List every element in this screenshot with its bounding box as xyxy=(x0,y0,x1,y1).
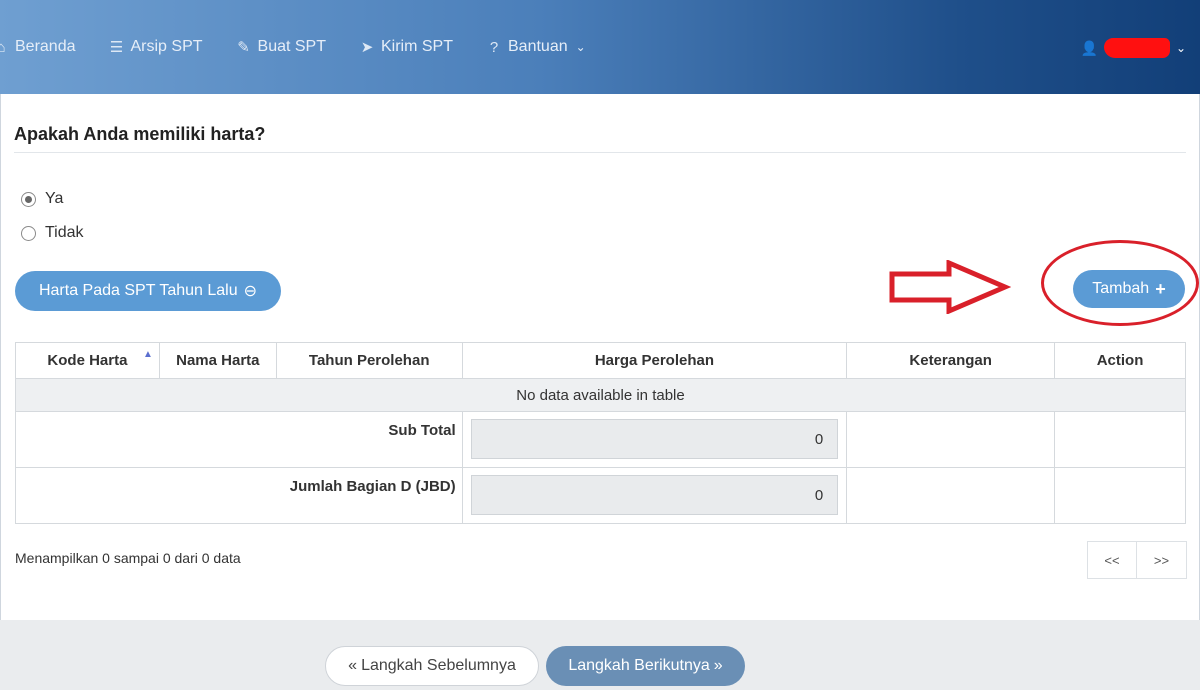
nav-item-label: Beranda xyxy=(15,38,76,55)
button-label: Langkah Berikutnya xyxy=(568,657,710,674)
column-header-kode-harta[interactable]: Kode Harta ▲ xyxy=(15,342,160,379)
empty-row: No data available in table xyxy=(15,378,1186,412)
jumlah-row: Jumlah Bagian D (JBD) 0 xyxy=(15,467,1186,524)
nav-item-kirim-spt[interactable]: ➤ Kirim SPT xyxy=(360,38,453,56)
chevron-down-icon: ⌄ xyxy=(575,40,586,54)
nav-item-label: Buat SPT xyxy=(257,38,326,55)
button-label: Tambah xyxy=(1092,280,1150,297)
nav-item-label: Arsip SPT xyxy=(130,38,203,55)
nav-item-label: Bantuan xyxy=(508,38,568,55)
top-navbar: ⌂ Beranda ☰ Arsip SPT ✎ Buat SPT ➤ Kirim… xyxy=(0,0,1200,94)
nav-menu: ⌂ Beranda ☰ Arsip SPT ✎ Buat SPT ➤ Kirim… xyxy=(0,0,620,94)
wizard-footer: « Langkah Sebelumnya Langkah Berikutnya … xyxy=(0,620,1200,690)
circle-arrow-icon: ⊖ xyxy=(243,283,258,300)
radio-label-tidak: Tidak xyxy=(45,224,84,241)
jumlah-cell: 0 xyxy=(461,467,848,524)
plus-icon: + xyxy=(1155,278,1166,299)
radio-button-tidak[interactable] xyxy=(21,225,36,241)
column-header-action[interactable]: Action xyxy=(1054,342,1186,379)
nav-item-beranda[interactable]: ⌂ Beranda xyxy=(0,38,76,56)
previous-step-button[interactable]: « Langkah Sebelumnya xyxy=(325,646,539,686)
red-arrow-annotation xyxy=(889,260,1011,314)
subtotal-row: Sub Total 0 xyxy=(15,411,1186,468)
edit-icon: ✎ xyxy=(237,39,250,56)
column-header-tahun-perolehan[interactable]: Tahun Perolehan xyxy=(275,342,463,379)
sort-asc-icon: ▲ xyxy=(142,349,153,360)
chevron-down-icon: ⌄ xyxy=(1175,41,1186,55)
divider xyxy=(14,152,1186,153)
harta-panel: Apakah Anda memiliki harta? Ya Tidak Har… xyxy=(0,94,1200,620)
radio-button-ya[interactable] xyxy=(21,191,36,207)
nav-item-arsip-spt[interactable]: ☰ Arsip SPT xyxy=(110,38,203,56)
user-menu[interactable]: 👤 ⌄ xyxy=(1080,38,1186,58)
harta-table: Kode Harta ▲ Nama Harta Tahun Perolehan … xyxy=(15,342,1186,524)
prev-page-button[interactable]: << xyxy=(1087,541,1137,579)
subtotal-label: Sub Total xyxy=(15,411,463,468)
jumlah-field: 0 xyxy=(470,475,839,515)
subtotal-cell: 0 xyxy=(461,411,848,468)
tambah-button[interactable]: Tambah + xyxy=(1073,270,1185,308)
button-label: Harta Pada SPT Tahun Lalu xyxy=(38,282,238,299)
nav-item-buat-spt[interactable]: ✎ Buat SPT xyxy=(237,38,326,56)
nav-item-label: Kirim SPT xyxy=(381,38,453,55)
empty-cell xyxy=(1054,411,1186,468)
next-step-button[interactable]: Langkah Berikutnya » xyxy=(546,646,745,686)
page-title: Apakah Anda memiliki harta? xyxy=(14,124,266,144)
list-icon: ☰ xyxy=(109,39,124,56)
subtotal-field: 0 xyxy=(470,419,839,459)
redacted-username xyxy=(1103,38,1170,58)
radio-label-ya: Ya xyxy=(45,190,64,207)
empty-cell xyxy=(1054,467,1186,524)
column-header-harga-perolehan[interactable]: Harga Perolehan xyxy=(461,342,848,379)
button-label: Langkah Sebelumnya xyxy=(361,657,516,674)
column-header-keterangan[interactable]: Keterangan xyxy=(846,342,1056,379)
empty-cell xyxy=(846,467,1056,524)
question-circle-icon: ? xyxy=(489,38,499,56)
user-icon: 👤 xyxy=(1080,39,1098,56)
next-page-button[interactable]: >> xyxy=(1137,541,1187,579)
double-right-icon: » xyxy=(713,657,723,674)
column-header-nama-harta[interactable]: Nama Harta xyxy=(158,342,277,379)
home-icon: ⌂ xyxy=(0,38,6,56)
harta-spt-tahun-lalu-button[interactable]: Harta Pada SPT Tahun Lalu ⊖ xyxy=(15,271,281,311)
radio-option-tidak[interactable]: Tidak xyxy=(21,224,84,242)
send-icon: ➤ xyxy=(360,39,374,56)
jumlah-label: Jumlah Bagian D (JBD) xyxy=(15,467,463,524)
empty-cell xyxy=(846,411,1056,468)
nav-item-bantuan[interactable]: ? Bantuan ⌄ xyxy=(487,38,586,56)
radio-option-ya[interactable]: Ya xyxy=(21,190,63,208)
empty-message: No data available in table xyxy=(15,378,1186,412)
double-left-icon: « xyxy=(348,657,358,674)
table-info: Menampilkan 0 sampai 0 dari 0 data xyxy=(15,550,241,566)
pagination: << >> xyxy=(1087,541,1187,579)
